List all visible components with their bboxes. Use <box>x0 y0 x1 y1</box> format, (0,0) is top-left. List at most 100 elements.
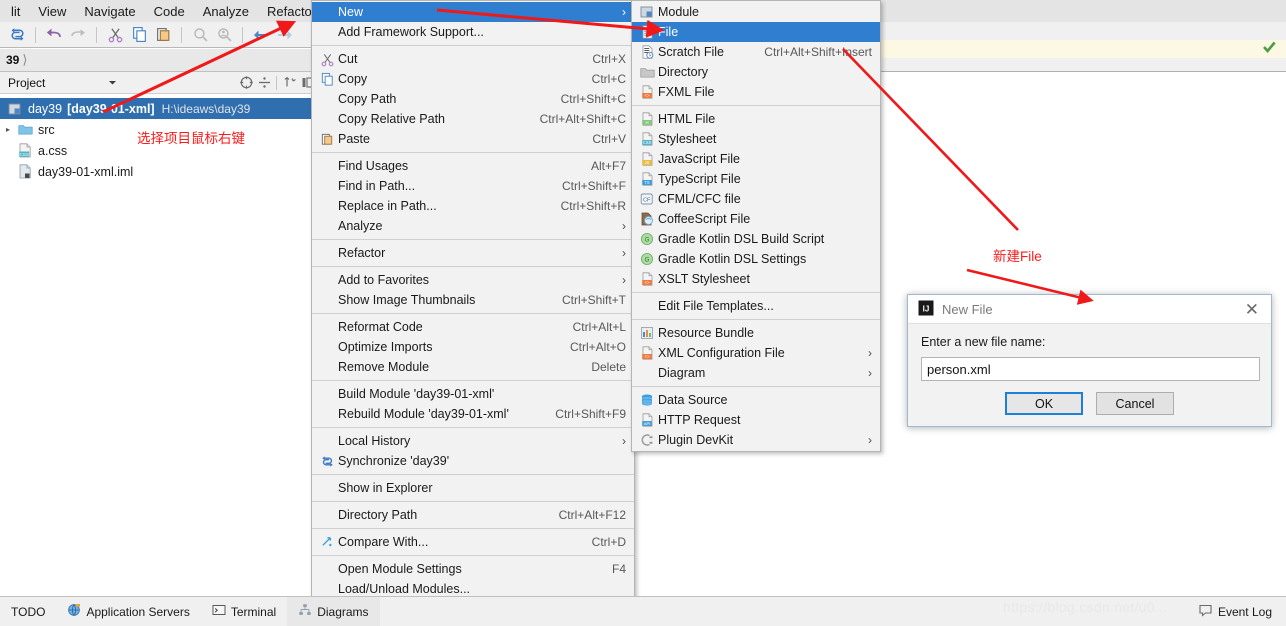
context-menu-item-open-module-settings[interactable]: Open Module Settings F4 <box>312 559 634 579</box>
context-menu-item-cut[interactable]: Cut Ctrl+X <box>312 49 634 69</box>
tree-item-module: [day39-01-xml] <box>67 101 155 116</box>
submenu-item-scratch-file[interactable]: Scratch File Ctrl+Alt+Shift+Insert <box>632 42 880 62</box>
event-log-icon[interactable] <box>1198 603 1213 621</box>
menubar-item-0[interactable]: lit <box>2 2 29 21</box>
chevron-down-icon[interactable] <box>103 74 121 92</box>
context-menu-item-build-module[interactable]: Build Module 'day39-01-xml' <box>312 384 634 404</box>
blank-icon <box>316 272 338 288</box>
inspection-ok-icon[interactable] <box>1261 38 1279 59</box>
copy-icon[interactable] <box>128 24 150 46</box>
submenu-item-stylesheet[interactable]: CSS Stylesheet <box>632 129 880 149</box>
context-menu-item-copy-relative-path[interactable]: Copy Relative Path Ctrl+Alt+Shift+C <box>312 109 634 129</box>
submenu-item-http-request[interactable]: API HTTP Request <box>632 410 880 430</box>
submenu-item-plugin-devkit[interactable]: Plugin DevKit › <box>632 430 880 450</box>
status-item-terminal[interactable]: Terminal <box>201 603 287 620</box>
menu-item-accelerator: Ctrl+Alt+O <box>569 340 626 354</box>
submenu-item-javascript-file[interactable]: JS JavaScript File <box>632 149 880 169</box>
dialog-body: Enter a new file name: OK Cancel <box>908 324 1271 415</box>
menu-item-label: Reformat Code <box>338 320 423 334</box>
dialog-titlebar: IJ New File ✕ <box>908 295 1271 324</box>
context-menu-item-show-image-thumbnails[interactable]: Show Image Thumbnails Ctrl+Shift+T <box>312 290 634 310</box>
context-menu-item-analyze[interactable]: Analyze › <box>312 216 634 236</box>
submenu-new[interactable]: Module File Scratch File Ctrl+Alt+Shift+… <box>631 0 881 452</box>
submenu-item-data-source[interactable]: Data Source <box>632 390 880 410</box>
menu-item-label: HTML File <box>658 112 716 126</box>
app-servers-icon <box>67 603 81 620</box>
context-menu[interactable]: New › Add Framework Support... Cut Ctrl+… <box>311 0 635 626</box>
sync-icon[interactable] <box>6 24 28 46</box>
submenu-item-xml-configuration-file[interactable]: <> XML Configuration File › <box>632 343 880 363</box>
status-item-diagrams[interactable]: Diagrams <box>287 596 380 626</box>
context-menu-item-show-in-explorer[interactable]: Show in Explorer <box>312 478 634 498</box>
submenu-item-module[interactable]: Module <box>632 2 880 22</box>
context-menu-item-add-framework-support[interactable]: Add Framework Support... <box>312 22 634 42</box>
context-menu-item-remove-module[interactable]: Remove Module Delete <box>312 357 634 377</box>
context-menu-item-synchronize[interactable]: Synchronize 'day39' <box>312 451 634 471</box>
new-file-dialog[interactable]: IJ New File ✕ Enter a new file name: OK … <box>907 294 1272 427</box>
submenu-item-html-file[interactable]: H HTML File <box>632 109 880 129</box>
submenu-item-coffeescript-file[interactable]: CoffeeScript File <box>632 209 880 229</box>
context-menu-item-find-usages[interactable]: Find Usages Alt+F7 <box>312 156 634 176</box>
breadcrumb-item[interactable]: 39 <box>2 53 21 67</box>
ok-button[interactable]: OK <box>1005 392 1083 415</box>
submenu-item-typescript-file[interactable]: TS TypeScript File <box>632 169 880 189</box>
expand-toggle-icon[interactable]: ▸ <box>6 125 16 134</box>
menu-item-accelerator: Ctrl+Shift+F9 <box>555 407 626 421</box>
submenu-item-gradle-kotlin-dsl-build-script[interactable]: G Gradle Kotlin DSL Build Script <box>632 229 880 249</box>
submenu-item-edit-file-templates[interactable]: Edit File Templates... <box>632 296 880 316</box>
status-item-label[interactable]: Event Log <box>1218 605 1272 619</box>
cancel-button[interactable]: Cancel <box>1096 392 1174 415</box>
menubar-item-analyze[interactable]: Analyze <box>194 2 258 21</box>
close-icon[interactable]: ✕ <box>1239 301 1265 318</box>
context-menu-item-replace-in-path[interactable]: Replace in Path... Ctrl+Shift+R <box>312 196 634 216</box>
cut-icon[interactable] <box>104 24 126 46</box>
context-menu-item-optimize-imports[interactable]: Optimize Imports Ctrl+Alt+O <box>312 337 634 357</box>
blank-icon <box>636 298 658 314</box>
menu-item-label: Local History <box>338 434 411 448</box>
svg-text:<>: <> <box>644 280 650 285</box>
context-menu-item-reformat-code[interactable]: Reformat Code Ctrl+Alt+L <box>312 317 634 337</box>
context-menu-item-local-history[interactable]: Local History › <box>312 431 634 451</box>
back-icon[interactable] <box>250 24 272 46</box>
submenu-item-resource-bundle[interactable]: Resource Bundle <box>632 323 880 343</box>
menubar-item-navigate[interactable]: Navigate <box>75 2 144 21</box>
menu-item-accelerator: Delete <box>591 360 626 374</box>
context-menu-item-rebuild-module[interactable]: Rebuild Module 'day39-01-xml' Ctrl+Shift… <box>312 404 634 424</box>
menu-item-accelerator: Ctrl+Alt+F12 <box>558 508 626 522</box>
expand-all-icon[interactable] <box>255 74 273 92</box>
submenu-item-fxml-file[interactable]: <> FXML File <box>632 82 880 102</box>
status-item-label: Terminal <box>230 604 277 619</box>
menu-separator <box>632 292 880 293</box>
undo-icon[interactable] <box>43 24 65 46</box>
menu-item-label: JavaScript File <box>658 152 740 166</box>
submenu-item-diagram[interactable]: Diagram › <box>632 363 880 383</box>
resource-bundle-icon <box>636 325 658 341</box>
tree-row[interactable]: day39-01-xml.iml <box>0 161 320 182</box>
settings-icon[interactable] <box>280 74 298 92</box>
context-menu-item-paste[interactable]: Paste Ctrl+V <box>312 129 634 149</box>
blank-icon <box>316 4 338 20</box>
context-menu-item-copy[interactable]: Copy Ctrl+C <box>312 69 634 89</box>
status-item-todo[interactable]: TODO <box>0 605 56 619</box>
context-menu-item-directory-path[interactable]: Directory Path Ctrl+Alt+F12 <box>312 505 634 525</box>
submenu-item-cfml-cfc-file[interactable]: CF CFML/CFC file <box>632 189 880 209</box>
context-menu-item-copy-path[interactable]: Copy Path Ctrl+Shift+C <box>312 89 634 109</box>
tree-row[interactable]: day39 [day39-01-xml] H:\ideaws\day39 <box>0 98 320 119</box>
menu-item-label: Gradle Kotlin DSL Settings <box>658 252 807 266</box>
file-name-input[interactable] <box>921 357 1260 381</box>
context-menu-item-compare-with[interactable]: Compare With... Ctrl+D <box>312 532 634 552</box>
submenu-item-xslt-stylesheet[interactable]: <> XSLT Stylesheet <box>632 269 880 289</box>
context-menu-item-refactor[interactable]: Refactor › <box>312 243 634 263</box>
menubar-item-code[interactable]: Code <box>145 2 194 21</box>
context-menu-item-find-in-path[interactable]: Find in Path... Ctrl+Shift+F <box>312 176 634 196</box>
submenu-item-gradle-kotlin-dsl-settings[interactable]: G Gradle Kotlin DSL Settings <box>632 249 880 269</box>
collapse-all-icon[interactable] <box>237 74 255 92</box>
context-menu-item-new[interactable]: New › <box>312 2 634 22</box>
toolbar-divider <box>96 26 97 43</box>
context-menu-item-add-to-favorites[interactable]: Add to Favorites › <box>312 270 634 290</box>
submenu-item-directory[interactable]: Directory <box>632 62 880 82</box>
status-item-application-servers[interactable]: Application Servers <box>56 603 200 620</box>
paste-icon[interactable] <box>152 24 174 46</box>
submenu-item-file[interactable]: File <box>632 22 880 42</box>
menubar-item-view[interactable]: View <box>29 2 75 21</box>
